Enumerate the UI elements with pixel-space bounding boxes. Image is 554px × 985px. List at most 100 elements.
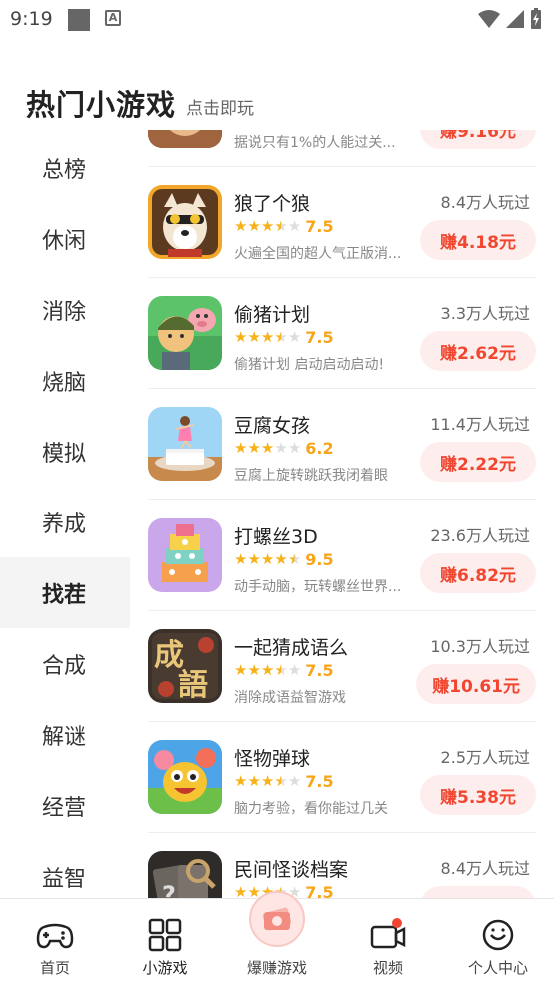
earn-button[interactable]: 赚9.16元	[420, 130, 536, 149]
category-item[interactable]: 总榜	[0, 132, 130, 203]
category-item[interactable]: 消除	[0, 274, 130, 345]
play-count: 8.4万人玩过	[440, 859, 530, 878]
folk-tales-icon: ?	[148, 851, 222, 898]
game-name: 民间怪谈档案	[234, 859, 349, 881]
nav-label: 爆赚游戏	[246, 959, 307, 977]
earn-button[interactable]: 赚6.82元	[420, 553, 536, 593]
earn-button[interactable]: 赚4.18元	[420, 220, 536, 260]
grid-icon	[148, 918, 182, 952]
game-row[interactable]: ? 民间怪谈档案 ★★★★★ 7.5 8.4万人玩过 赚	[130, 833, 554, 898]
rating: ★★★★★ 7.5	[234, 660, 334, 680]
game-name: 偷猪计划	[234, 304, 311, 326]
game-desc: 偷猪计划 启动启动启动!	[234, 357, 385, 373]
nav-profile[interactable]: 个人中心	[443, 899, 553, 985]
earn-button[interactable]: 赚2.22元	[420, 442, 536, 482]
game-name: 豆腐女孩	[234, 415, 311, 437]
page-header: 热门小游戏 点击即玩	[0, 80, 554, 130]
play-count: 2.5万人玩过	[440, 748, 530, 767]
star-empty-icon: ★	[287, 661, 302, 679]
monster-ball-icon	[148, 740, 222, 814]
earn-button[interactable]: 赚	[420, 886, 536, 898]
earn-button[interactable]: 赚2.62元	[420, 331, 536, 371]
play-count: 11.4万人玩过	[430, 415, 530, 434]
star-empty-icon: ★	[287, 328, 302, 346]
screw-3d-icon	[148, 518, 222, 592]
game-desc: 豆腐上旋转跳跃我闭着眼	[234, 468, 388, 484]
earn-button[interactable]: 赚5.38元	[420, 775, 536, 815]
nav-mini-games[interactable]: 小游戏	[110, 899, 220, 985]
game-row[interactable]: 打螺丝3D ★ ★ ★ ★ ★ 9.5 动手动脑，玩转螺丝世界... 23.6万人玩过 …	[130, 500, 554, 611]
category-item[interactable]: 养成	[0, 486, 130, 557]
game-row[interactable]: 据说只有1%的人能过关... 赚9.16元	[130, 130, 554, 167]
play-count: 23.6万人玩过	[430, 526, 530, 545]
star-icon: ★	[260, 328, 275, 346]
nav-center-circle	[249, 891, 305, 947]
nav-video[interactable]: 视频	[333, 899, 443, 985]
game-row[interactable]: 成語 一起猜成语么 ★ ★ ★ ★ ★ 7.5 消除成语益智游戏 10.3万人玩过 赚1…	[130, 611, 554, 722]
status-time: 9:19	[10, 8, 53, 30]
category-item-active[interactable]: 找茬	[0, 557, 130, 628]
star-empty-icon: ★	[287, 217, 302, 235]
rating-score: 7.5	[305, 771, 334, 791]
category-item[interactable]: 烧脑	[0, 345, 130, 416]
game-desc: 消除成语益智游戏	[234, 690, 346, 706]
star-icon: ★	[260, 772, 275, 790]
wolf-game-icon	[148, 185, 222, 259]
category-item[interactable]: 合成	[0, 628, 130, 699]
rating: ★ ★ ★ ★ ★ 9.5	[234, 550, 334, 569]
category-item[interactable]: 解谜	[0, 699, 130, 770]
star-empty-icon: ★	[287, 772, 302, 790]
star-icon: ★	[260, 661, 275, 679]
game-row[interactable]: 狼了个狼 ★ ★ ★ ★ ★ 7.5 火遍全国的超人气正版消... 8.4万人玩过 赚4…	[130, 167, 554, 278]
svg-text:語: 語	[178, 668, 208, 703]
game-desc: 脑力考验，看你能过几关	[234, 801, 388, 817]
smile-icon	[482, 919, 514, 951]
star-icon: ★	[274, 550, 288, 568]
game-desc: 火遍全国的超人气正版消...	[234, 246, 402, 262]
star-icon: ★	[247, 550, 261, 568]
rating-score: 7.5	[305, 216, 334, 236]
star-empty-icon: ★	[287, 439, 302, 457]
page-title: 热门小游戏	[26, 88, 177, 122]
partial-game-icon	[148, 130, 222, 148]
star-icon: ★	[247, 772, 261, 790]
rating-score: 7.5	[305, 660, 334, 680]
rating-score: 6.2	[305, 438, 334, 458]
page-subtitle: 点击即玩	[186, 99, 254, 119]
category-item[interactable]: 休闲	[0, 203, 130, 274]
nav-hot-earn-games[interactable]: 爆赚游戏	[222, 891, 332, 985]
category-sidebar: 总榜 休闲 消除 烧脑 模拟 养成 找茬 合成 解谜 经营 益智	[0, 130, 130, 898]
star-icon: ★	[234, 328, 248, 346]
star-icon: ★	[247, 439, 261, 457]
gamepad-icon	[36, 923, 74, 949]
category-item[interactable]: 经营	[0, 770, 130, 841]
nav-label: 首页	[39, 959, 70, 977]
star-icon: ★	[260, 550, 275, 568]
game-desc: 动手动脑，玩转螺丝世界...	[234, 579, 402, 595]
category-item[interactable]: 模拟	[0, 416, 130, 487]
star-empty-icon: ★	[274, 439, 288, 457]
category-item[interactable]: 益智	[0, 841, 130, 898]
game-row[interactable]: 豆腐女孩 ★ ★ ★ ★ ★ 6.2 豆腐上旋转跳跃我闭着眼 11.4万人玩过 赚2.2…	[130, 389, 554, 500]
rating: ★★★★★ 7.5	[234, 771, 334, 791]
rating-score: 7.5	[305, 882, 334, 899]
game-name: 狼了个狼	[234, 193, 311, 215]
game-row[interactable]: 偷猪计划 ★ ★ ★ ★ ★ 7.5 偷猪计划 启动启动启动! 3.3万人玩过 赚2.6…	[130, 278, 554, 389]
earn-button[interactable]: 赚10.61元	[416, 664, 536, 704]
star-icon: ★	[234, 550, 248, 568]
tofu-girl-icon	[148, 407, 222, 481]
star-half-icon: ★	[287, 550, 302, 568]
rating-score: 7.5	[305, 327, 334, 347]
star-half-icon: ★	[274, 661, 288, 679]
star-half-icon: ★	[274, 217, 288, 235]
star-half-icon: ★	[274, 328, 288, 346]
game-row[interactable]: 怪物弹球 ★ ★ ★ ★ ★ 7.5 脑力考验，看你能过几关 2.5万人玩过 赚5.38…	[130, 722, 554, 833]
game-desc: 据说只有1%的人能过关...	[234, 135, 396, 151]
nav-label: 视频	[372, 959, 403, 977]
game-list: 据说只有1%的人能过关... 赚9.16元 狼了个狼 ★ ★ ★ ★ ★ 7.5 火遍全…	[130, 130, 554, 898]
play-count: 8.4万人玩过	[440, 193, 530, 212]
nav-home[interactable]: 首页	[0, 899, 110, 985]
money-icon	[262, 907, 292, 931]
star-icon: ★	[234, 439, 248, 457]
nav-label: 小游戏	[142, 959, 188, 977]
